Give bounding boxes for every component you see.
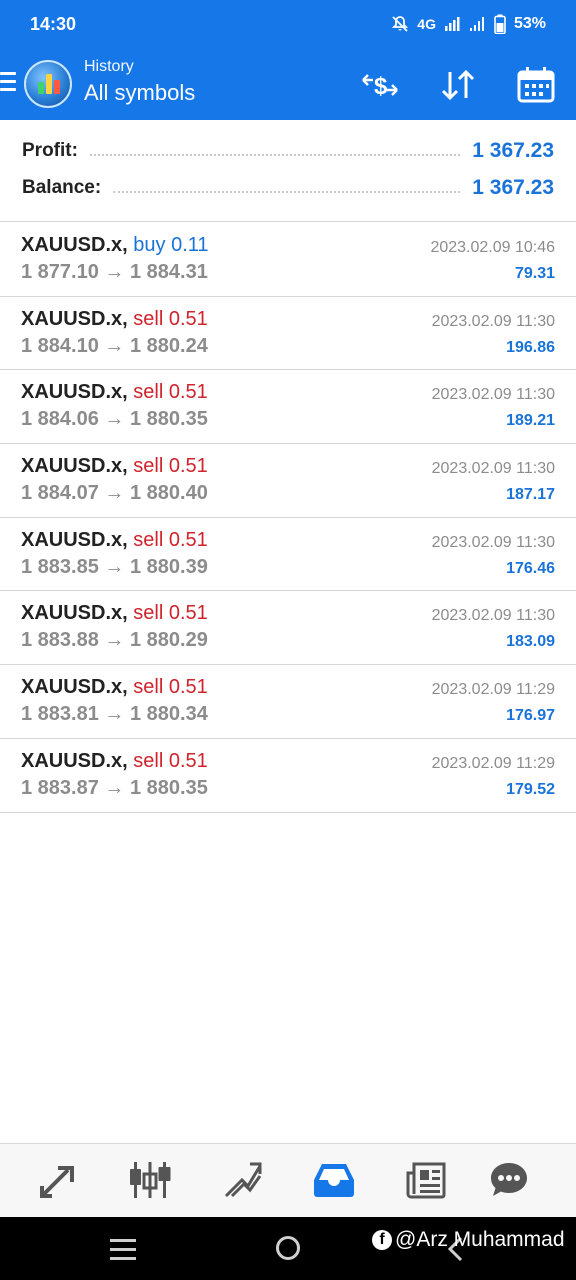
deal-time: 2023.02.09 10:46	[430, 239, 555, 256]
messages-icon	[491, 1163, 527, 1196]
deal-profit: 196.86	[506, 338, 555, 356]
deal-profit: 183.09	[506, 633, 555, 651]
deal-side: sell 0.51	[133, 749, 208, 772]
trade-icon	[224, 1162, 262, 1198]
menu-icon[interactable]	[0, 72, 16, 94]
deal-row[interactable]: XAUUSD.x, sell 0.51 1 883.87 → 1 880.35 …	[0, 739, 576, 813]
deal-time: 2023.02.09 11:30	[431, 312, 555, 330]
deal-side: sell 0.51	[133, 307, 208, 330]
battery-level: 53%	[513, 15, 546, 32]
balance-value: 1 367.23	[472, 176, 554, 199]
app-bar: History All symbols $	[0, 48, 576, 120]
deal-symbol: XAUUSD.x,	[21, 676, 128, 699]
deal-profit: 176.46	[506, 559, 555, 577]
deal-prices: 1 883.87 → 1 880.35	[21, 776, 208, 799]
deal-time: 2023.02.09 11:30	[431, 460, 555, 478]
page-title[interactable]: All symbols	[84, 80, 195, 106]
deal-time: 2023.02.09 11:29	[431, 681, 555, 699]
dotted-leader	[89, 154, 461, 156]
nav-quotes[interactable]	[35, 1158, 81, 1202]
deal-side: sell 0.51	[133, 676, 208, 699]
profit-value: 1 367.23	[472, 139, 554, 162]
deal-row[interactable]: XAUUSD.x, buy 0.11 1 877.10 → 1 884.31 2…	[0, 223, 576, 297]
nav-news[interactable]	[403, 1158, 449, 1202]
app-logo[interactable]	[24, 60, 72, 108]
deal-side: sell 0.51	[133, 602, 208, 625]
deal-prices: 1 883.88 → 1 880.29	[21, 629, 208, 652]
deal-row[interactable]: XAUUSD.x, sell 0.51 1 884.10 → 1 880.24 …	[0, 297, 576, 371]
chart-icon	[130, 1162, 171, 1198]
profit-row: Profit: 1 367.23	[22, 136, 554, 166]
history-icon	[314, 1164, 354, 1197]
deal-profit: 187.17	[506, 486, 555, 504]
deal-side: buy 0.11	[133, 234, 209, 256]
home-button[interactable]	[276, 1236, 300, 1260]
page-subtitle: History	[84, 58, 134, 75]
deal-symbol: XAUUSD.x,	[21, 234, 128, 256]
facebook-icon: f	[372, 1230, 392, 1250]
deal-profit: 176.97	[506, 707, 555, 725]
status-indicators: 4G 53%	[391, 14, 546, 34]
deal-prices: 1 883.85 → 1 880.39	[21, 555, 208, 578]
balance-row: Balance: 1 367.23	[22, 173, 554, 203]
balance-label: Balance:	[22, 177, 102, 198]
deal-symbol: XAUUSD.x,	[21, 528, 128, 551]
deal-row[interactable]: XAUUSD.x, sell 0.51 1 883.85 → 1 880.39 …	[0, 518, 576, 592]
deal-time: 2023.02.09 11:30	[431, 533, 555, 551]
status-time: 14:30	[30, 13, 77, 34]
deal-time: 2023.02.09 11:30	[431, 386, 555, 404]
watermark: f @Arz Muhammad	[372, 1228, 565, 1252]
notifications-off-icon	[392, 16, 409, 32]
currency-exchange-icon: $	[362, 73, 398, 100]
deal-row[interactable]: XAUUSD.x, sell 0.51 1 884.07 → 1 880.40 …	[0, 444, 576, 518]
deal-symbol: XAUUSD.x,	[21, 381, 128, 404]
deal-prices: 1 877.10 → 1 884.31	[21, 261, 208, 283]
header-titles: History All symbols	[84, 58, 195, 106]
history-summary: Profit: 1 367.23 Balance: 1 367.23	[0, 120, 576, 222]
dotted-leader	[113, 191, 461, 193]
sort-button[interactable]	[438, 66, 478, 104]
nav-history[interactable]	[311, 1158, 357, 1202]
deal-side: sell 0.51	[133, 381, 208, 404]
battery-icon	[494, 14, 506, 34]
currency-exchange-button[interactable]: $	[360, 66, 400, 104]
deal-symbol: XAUUSD.x,	[21, 749, 128, 772]
deal-profit: 179.52	[506, 780, 555, 798]
deal-profit: 189.21	[506, 412, 555, 430]
deal-symbol: XAUUSD.x,	[21, 602, 128, 625]
quotes-icon	[40, 1166, 74, 1198]
deals-list: XAUUSD.x, buy 0.11 1 877.10 → 1 884.31 2…	[0, 223, 576, 813]
nav-messages[interactable]	[486, 1158, 532, 1202]
deal-side: sell 0.51	[133, 528, 208, 551]
deal-prices: 1 884.07 → 1 880.40	[21, 482, 208, 505]
calendar-button[interactable]	[516, 66, 556, 104]
deal-side: sell 0.51	[133, 455, 208, 478]
bottom-navigation	[0, 1143, 576, 1217]
deal-profit: 79.31	[514, 265, 555, 282]
deal-prices: 1 883.81 → 1 880.34	[21, 703, 208, 726]
nav-trade[interactable]	[219, 1158, 265, 1202]
calendar-icon	[517, 67, 555, 103]
deal-row[interactable]: XAUUSD.x, sell 0.51 1 883.88 → 1 880.29 …	[0, 591, 576, 666]
signal-icon	[444, 17, 460, 31]
watermark-text: @Arz Muhammad	[395, 1228, 565, 1251]
deal-prices: 1 884.10 → 1 880.24	[21, 334, 208, 357]
deal-prices: 1 884.06 → 1 880.35	[21, 408, 208, 431]
deal-row[interactable]: XAUUSD.x, sell 0.51 1 884.06 → 1 880.35 …	[0, 370, 576, 445]
network-type: 4G	[417, 16, 436, 32]
signal-2-icon	[469, 17, 484, 31]
news-icon	[406, 1162, 446, 1199]
deal-time: 2023.02.09 11:30	[431, 607, 555, 625]
sort-icon	[441, 69, 475, 101]
svg-text:$: $	[374, 73, 388, 100]
deal-symbol: XAUUSD.x,	[21, 455, 128, 478]
recent-apps-button[interactable]	[110, 1239, 136, 1266]
deal-row[interactable]: XAUUSD.x, sell 0.51 1 883.81 → 1 880.34 …	[0, 665, 576, 739]
status-bar: 14:30 4G 53%	[0, 0, 576, 48]
deal-symbol: XAUUSD.x,	[21, 307, 128, 330]
profit-label: Profit:	[22, 140, 78, 161]
deal-time: 2023.02.09 11:29	[431, 754, 555, 772]
nav-chart[interactable]	[127, 1158, 173, 1202]
